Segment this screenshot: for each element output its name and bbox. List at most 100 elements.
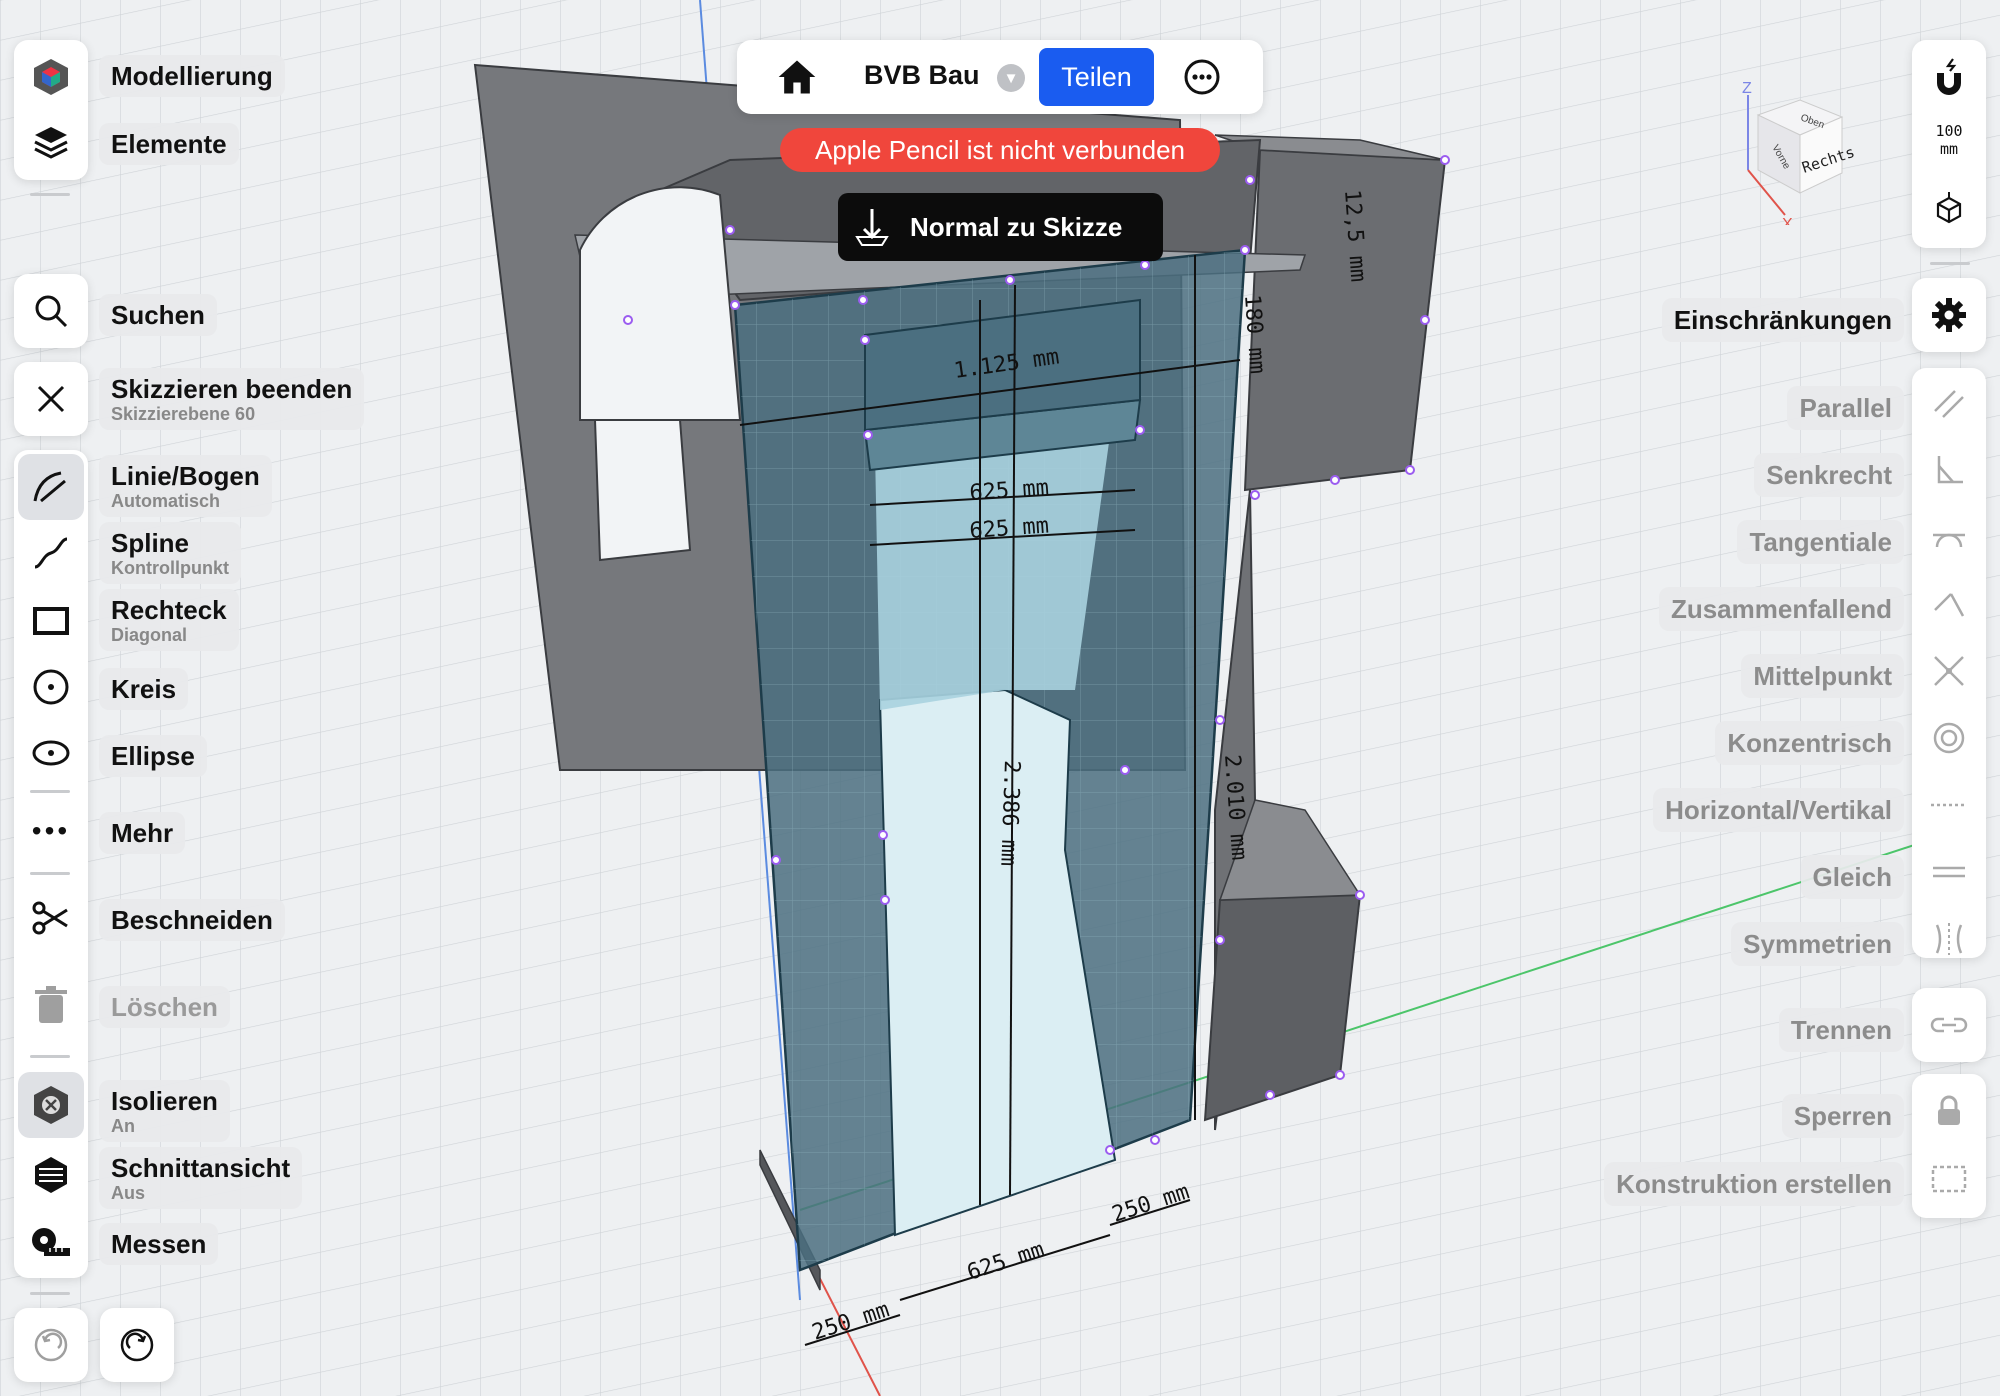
constraint-button-7[interactable] xyxy=(1916,841,1982,907)
lock-icon xyxy=(1938,1095,1960,1125)
spline-label: Spline Kontrollpunkt xyxy=(99,522,241,584)
rectangle-icon xyxy=(33,607,69,635)
mehr-label: Mehr xyxy=(99,812,186,854)
redo-button[interactable] xyxy=(100,1308,174,1382)
loeschen-label: Löschen xyxy=(99,986,230,1028)
isolate-icon xyxy=(34,1086,68,1124)
ellipse-icon xyxy=(32,740,70,766)
kreis-label: Kreis xyxy=(99,668,189,710)
unlink-icon xyxy=(1930,1017,1968,1033)
view-orientation-button[interactable] xyxy=(1912,172,1986,246)
delete-button[interactable] xyxy=(14,968,88,1042)
isolieren-label: Isolieren An xyxy=(99,1080,230,1142)
sperren-button[interactable] xyxy=(1916,1078,1982,1144)
project-name[interactable]: BVB Bau xyxy=(864,60,980,91)
project-menu-button[interactable]: ▼ xyxy=(997,64,1025,92)
home-button[interactable] xyxy=(775,55,819,99)
search-button[interactable] xyxy=(14,274,88,348)
ellipse-tool[interactable] xyxy=(14,716,88,790)
more-options-button[interactable] xyxy=(1183,58,1221,96)
circle-tool[interactable] xyxy=(14,650,88,724)
constraint-label-2: Tangentiale xyxy=(1737,520,1904,564)
close-icon xyxy=(37,385,65,413)
perpendicular-icon xyxy=(1931,452,1967,493)
cube-color-icon xyxy=(34,59,68,95)
share-button[interactable]: Teilen xyxy=(1039,48,1154,106)
isolate-button[interactable] xyxy=(18,1072,84,1138)
finish-sketch-button[interactable] xyxy=(14,362,88,436)
sketch-profile[interactable] xyxy=(733,248,1247,1272)
cube-axis-icon xyxy=(1936,192,1962,224)
constraint-label-6: Horizontal/Vertikal xyxy=(1653,788,1904,832)
constraints-settings-button[interactable] xyxy=(1912,278,1986,352)
gear-icon xyxy=(1932,298,1966,332)
magnet-icon xyxy=(1937,58,1961,95)
equal-icon xyxy=(1931,862,1967,887)
midpoint-icon xyxy=(1931,653,1967,694)
constraint-label-1: Senkrecht xyxy=(1754,453,1904,497)
skizzieren-beenden-label: Skizzieren beenden Skizzierebene 60 xyxy=(99,368,365,430)
snap-button[interactable] xyxy=(1912,40,1986,114)
trim-tool[interactable] xyxy=(14,881,88,955)
more-dots-icon: ••• xyxy=(31,815,71,846)
redo-icon xyxy=(120,1328,154,1362)
trennen-label: Trennen xyxy=(1778,1008,1904,1052)
linie-bogen-label: Linie/Bogen Automatisch xyxy=(99,455,272,517)
ellipsis-circle-icon xyxy=(1184,59,1220,95)
more-tools-button[interactable]: ••• xyxy=(14,794,88,868)
normal-arrow-icon xyxy=(855,209,889,246)
symmetry-icon xyxy=(1931,921,1967,962)
section-view-button[interactable] xyxy=(14,1138,88,1212)
measure-button[interactable] xyxy=(14,1205,88,1279)
pencil-alert: Apple Pencil ist nicht verbunden xyxy=(780,128,1220,172)
line-arc-tool[interactable] xyxy=(18,454,84,520)
constraint-button-3[interactable] xyxy=(1916,573,1982,639)
concentric-icon xyxy=(1931,720,1967,761)
constraint-button-1[interactable] xyxy=(1916,439,1982,505)
constraint-button-4[interactable] xyxy=(1916,640,1982,706)
constraint-button-5[interactable] xyxy=(1916,707,1982,773)
constraint-label-0: Parallel xyxy=(1787,386,1904,430)
construction-rect-icon xyxy=(1931,1165,1967,1193)
undo-button[interactable] xyxy=(14,1308,88,1382)
tape-measure-icon xyxy=(32,1228,70,1256)
layers-icon xyxy=(34,127,68,159)
cube-axis-x: X xyxy=(1782,216,1793,225)
parallel-icon xyxy=(1931,385,1967,426)
constraint-label-3: Zusammenfallend xyxy=(1658,587,1904,631)
constraint-label-5: Konzentrisch xyxy=(1715,721,1904,765)
normal-to-sketch-button[interactable]: Normal zu Skizze xyxy=(838,193,1163,261)
modellierung-label: Modellierung xyxy=(99,55,285,97)
constraint-button-6[interactable] xyxy=(1916,774,1982,840)
sperren-label: Sperren xyxy=(1781,1094,1904,1138)
constraint-label-4: Mittelpunkt xyxy=(1741,654,1904,698)
trash-icon xyxy=(35,986,67,1023)
modellierung-button[interactable] xyxy=(14,40,88,114)
grid-size-button[interactable]: 100 mm xyxy=(1912,122,1986,158)
konstruktion-label: Konstruktion erstellen xyxy=(1604,1162,1904,1206)
ellipse-label: Ellipse xyxy=(99,735,207,777)
tangent-icon xyxy=(1931,519,1967,560)
trennen-button[interactable] xyxy=(1916,992,1982,1058)
line-arc-icon xyxy=(33,471,66,503)
suchen-label: Suchen xyxy=(99,294,217,336)
constraint-label-8: Symmetrien xyxy=(1731,922,1904,966)
constraint-button-2[interactable] xyxy=(1916,506,1982,572)
rechteck-label: Rechteck Diagonal xyxy=(99,589,239,651)
schnittansicht-label: Schnittansicht Aus xyxy=(99,1147,303,1209)
einschraenkungen-label: Einschränkungen xyxy=(1661,298,1904,342)
messen-label: Messen xyxy=(99,1223,219,1265)
circle-icon xyxy=(33,669,69,705)
normal-to-sketch-label: Normal zu Skizze xyxy=(910,211,1123,242)
constraint-button-0[interactable] xyxy=(1916,372,1982,438)
rectangle-tool[interactable] xyxy=(14,584,88,658)
spline-icon xyxy=(34,537,68,569)
view-cube[interactable]: Z X Oben Vorne Rechts xyxy=(1730,75,1870,225)
horizontal-vertical-icon xyxy=(1929,795,1969,820)
constraint-button-8[interactable] xyxy=(1916,908,1982,974)
top-toolbar: BVB Bau ▼ Teilen xyxy=(737,40,1263,114)
elemente-button[interactable] xyxy=(14,106,88,180)
konstruktion-button[interactable] xyxy=(1916,1146,1982,1212)
spline-tool[interactable] xyxy=(14,516,88,590)
scissors-icon xyxy=(32,901,68,935)
